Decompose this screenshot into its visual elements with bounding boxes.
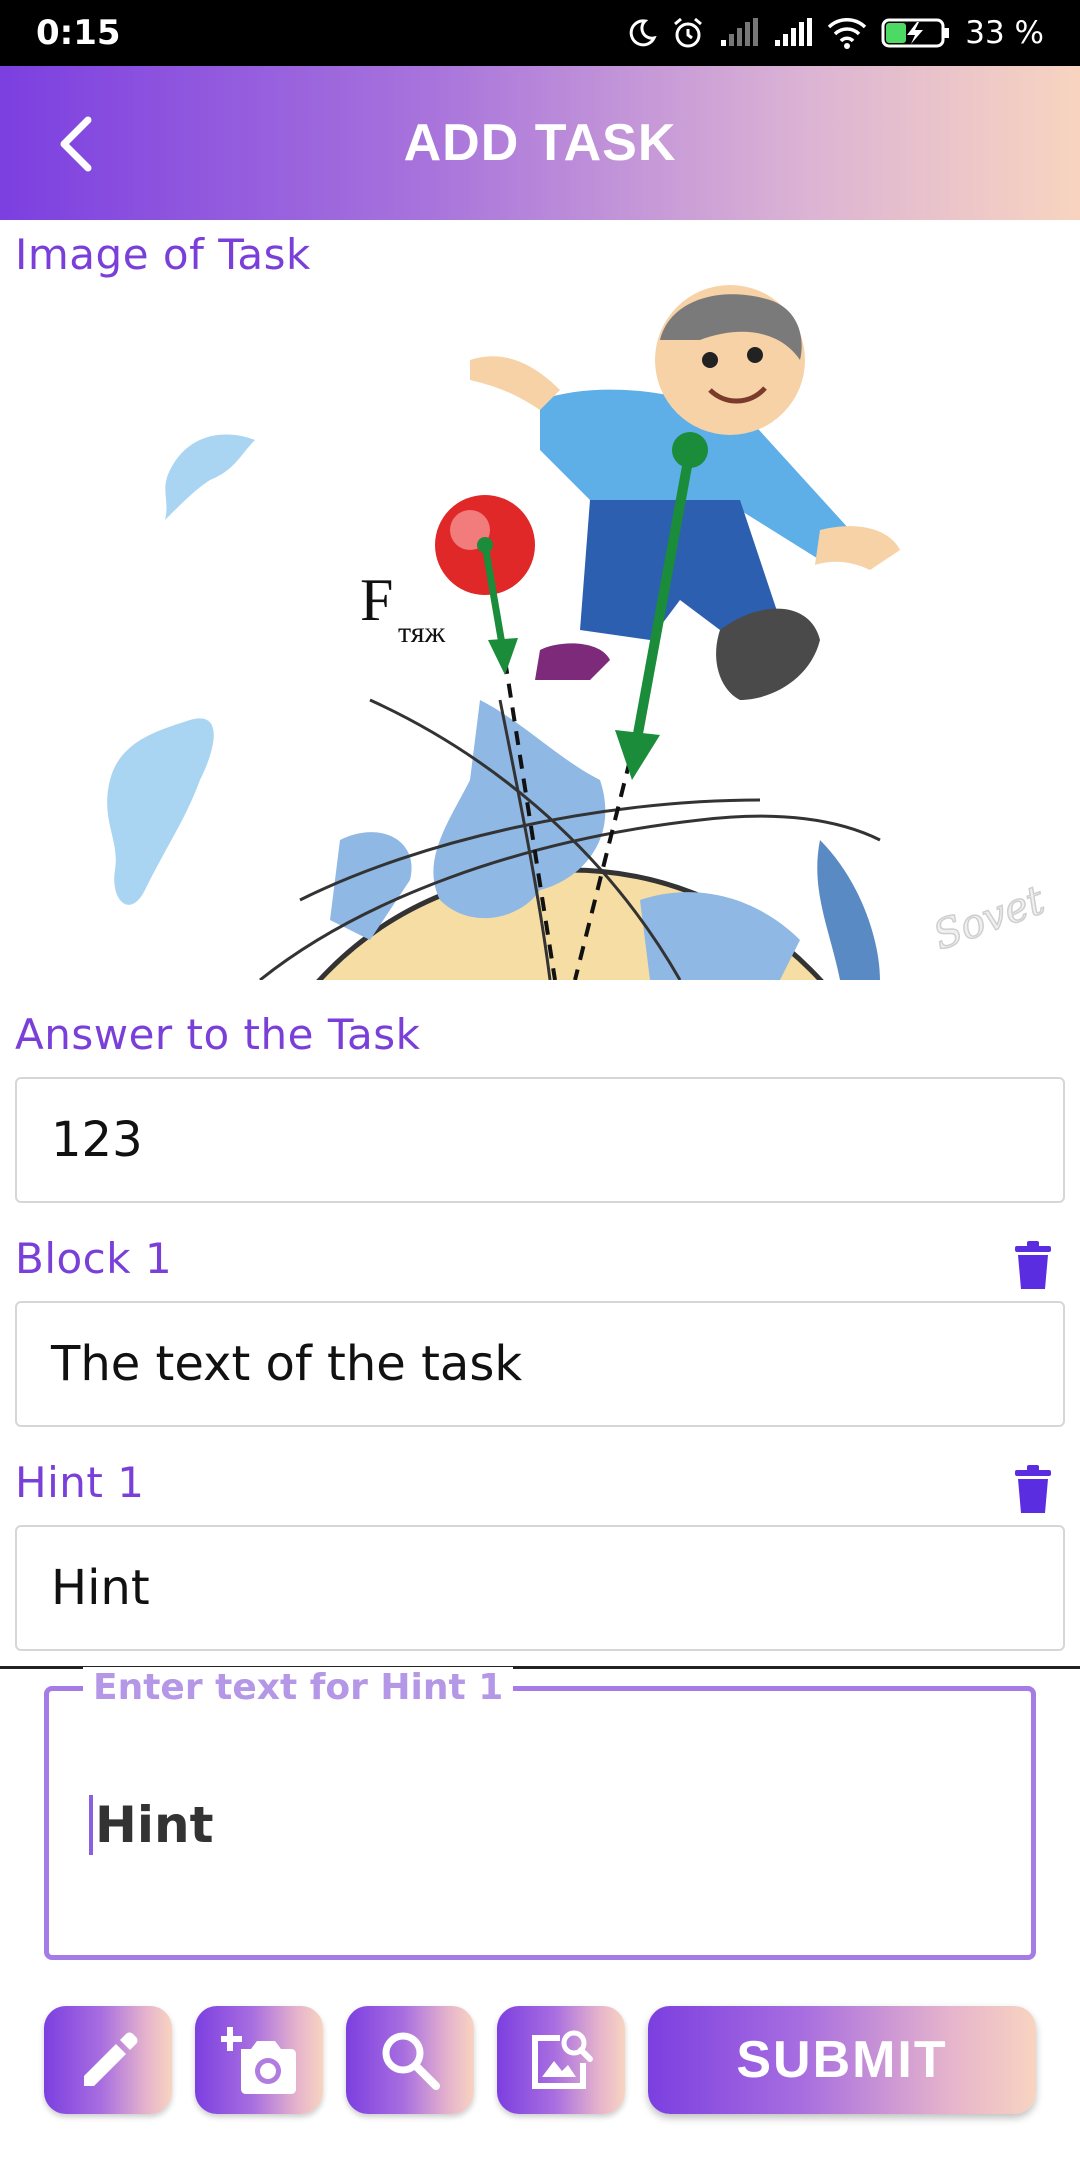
- hint-editor-value-row: Hint: [89, 1795, 213, 1855]
- image-caption: F: [360, 567, 393, 633]
- do-not-disturb-moon-icon: [629, 19, 657, 47]
- battery-charging-icon: [881, 18, 950, 48]
- block-1-label: Block 1: [15, 1234, 173, 1283]
- chevron-left-icon: [60, 116, 92, 172]
- search-button[interactable]: [346, 2006, 474, 2114]
- pencil-button[interactable]: [44, 2006, 172, 2114]
- wifi-icon: [828, 18, 867, 49]
- delete-block-1-button[interactable]: [1005, 1234, 1061, 1298]
- pencil-icon: [84, 2032, 138, 2086]
- answer-field[interactable]: 123: [15, 1077, 1065, 1203]
- hint-editor-legend: Enter text for Hint 1: [83, 1667, 514, 1708]
- block-1-field[interactable]: The text of the task: [15, 1301, 1065, 1427]
- back-button[interactable]: [36, 104, 116, 184]
- image-watermark: Sovet: [928, 877, 1052, 959]
- image-search-button[interactable]: [497, 2006, 625, 2114]
- battery-percent: 33 %: [965, 15, 1044, 51]
- search-icon: [382, 2032, 440, 2090]
- add-photo-icon: [221, 2027, 296, 2094]
- status-icons: 33 %: [627, 15, 1044, 51]
- trash-icon: [1015, 1241, 1051, 1289]
- trash-icon: [1015, 1465, 1051, 1513]
- status-bar: 0:15 33 %: [0, 0, 1080, 66]
- text-caret: [89, 1795, 93, 1855]
- delete-hint-1-button[interactable]: [1005, 1458, 1061, 1522]
- hint-1-field[interactable]: Hint: [15, 1525, 1065, 1651]
- app-bar: ADD TASK: [0, 66, 1080, 220]
- image-search-icon: [532, 2030, 593, 2089]
- signal-icon-2: [775, 18, 813, 46]
- submit-button[interactable]: SUBMIT: [648, 2006, 1036, 2114]
- task-image[interactable]: F тяж Sovet: [0, 280, 1080, 980]
- status-time: 0:15: [36, 13, 121, 53]
- page-title: ADD TASK: [403, 114, 677, 172]
- signal-icon: [721, 18, 759, 46]
- hint-editor-value: Hint: [95, 1796, 214, 1854]
- image-section-label: Image of Task: [15, 230, 311, 279]
- add-photo-button[interactable]: [195, 2006, 323, 2114]
- alarm-icon: [674, 17, 703, 48]
- answer-label: Answer to the Task: [15, 1010, 421, 1059]
- hint-1-label: Hint 1: [15, 1458, 145, 1507]
- hint-editor-input[interactable]: Enter text for Hint 1 Hint: [44, 1667, 1036, 1960]
- task-illustration: F тяж Sovet: [107, 285, 1052, 980]
- image-caption-subscript: тяж: [398, 616, 446, 649]
